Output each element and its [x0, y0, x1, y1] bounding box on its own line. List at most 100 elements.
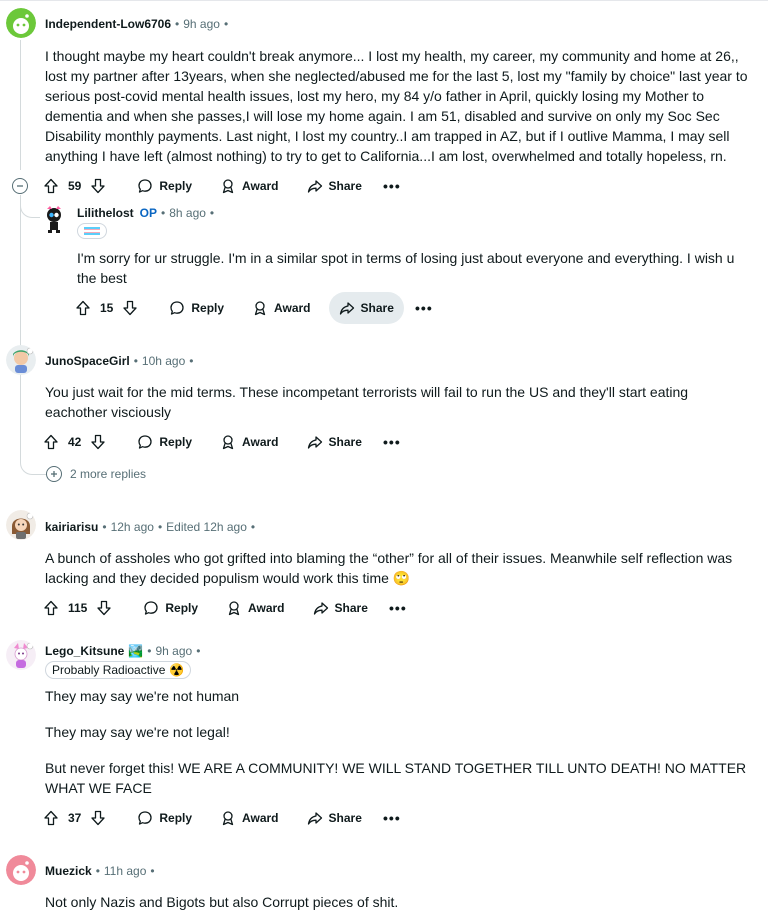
downvote-button[interactable] — [87, 431, 109, 453]
reply-label: Reply — [191, 301, 225, 315]
award-icon — [254, 301, 266, 316]
share-label: Share — [328, 811, 362, 825]
downvote-icon — [91, 434, 106, 450]
share-button[interactable]: Share — [303, 592, 378, 624]
timestamp[interactable]: 9h ago — [156, 644, 193, 658]
comment-meta: Lego_Kitsune 🏞️ • 9h ago • — [45, 644, 204, 658]
award-button[interactable]: Award — [210, 426, 288, 458]
upvote-button[interactable] — [40, 597, 62, 619]
speech-bubble-icon — [138, 435, 153, 449]
award-label: Award — [242, 179, 279, 193]
downvote-button[interactable] — [93, 597, 115, 619]
upvote-button[interactable] — [72, 297, 94, 319]
comment-paragraph: I'm sorry for ur struggle. I'm in a simi… — [77, 250, 735, 286]
comment-actions: 59 Reply Award Share ••• — [40, 170, 404, 202]
upvote-icon — [76, 300, 90, 316]
comment-paragraph: They may say we're not human — [45, 688, 240, 704]
collapse-minus-icon — [17, 185, 23, 187]
timestamp[interactable]: 12h ago — [111, 520, 154, 534]
timestamp[interactable]: 8h ago — [169, 206, 206, 220]
more-options-button[interactable]: ••• — [380, 430, 404, 454]
reply-button[interactable]: Reply — [133, 592, 208, 624]
more-options-button[interactable]: ••• — [386, 596, 410, 620]
flair-text: Probably Radioactive — [52, 663, 166, 677]
author-name[interactable]: Lilithelost — [77, 206, 134, 220]
timestamp[interactable]: 11h ago — [104, 864, 147, 878]
radioactive-icon: ☢️ — [169, 663, 185, 677]
snoo-avatar-icon — [6, 8, 36, 38]
more-options-button[interactable]: ••• — [380, 174, 404, 198]
comment-paragraph: But never forget this! WE ARE A COMMUNIT… — [45, 760, 747, 796]
speech-bubble-icon — [170, 301, 185, 315]
author-flair-emoji: 🏞️ — [128, 644, 144, 658]
comment-paragraph: You just wait for the mid terms. These i… — [45, 384, 689, 420]
separator-dot: • — [189, 354, 194, 368]
vote-count: 37 — [68, 811, 82, 825]
vote-group: 115 — [40, 597, 115, 619]
reply-connector — [20, 445, 46, 475]
award-label: Award — [242, 811, 279, 825]
share-button[interactable]: Share — [297, 802, 372, 834]
separator-dot: • — [102, 520, 107, 534]
author-name[interactable]: JunoSpaceGirl — [45, 354, 130, 368]
share-label: Share — [328, 435, 362, 449]
expand-plus-icon — [51, 471, 57, 477]
separator-dot: • — [196, 644, 201, 658]
vote-count: 59 — [68, 179, 82, 193]
share-button[interactable]: Share — [297, 426, 372, 458]
share-arrow-icon — [313, 602, 328, 615]
timestamp[interactable]: 10h ago — [142, 354, 185, 368]
share-button[interactable]: Share — [328, 292, 404, 324]
expand-replies-button[interactable] — [46, 466, 62, 482]
separator-dot: • — [95, 864, 100, 878]
downvote-button[interactable] — [119, 297, 141, 319]
character-avatar-icon — [6, 345, 36, 375]
collapse-thread-button[interactable] — [12, 178, 28, 194]
upvote-button[interactable] — [40, 175, 62, 197]
comment-paragraph: They may say we're not legal! — [45, 724, 230, 740]
upvote-button[interactable] — [40, 807, 62, 829]
upvote-icon — [44, 600, 58, 616]
vote-count: 15 — [100, 301, 114, 315]
avatar[interactable] — [6, 510, 36, 540]
separator-dot: • — [150, 864, 155, 878]
avatar[interactable] — [6, 640, 36, 670]
more-options-button[interactable]: ••• — [412, 296, 436, 320]
author-name[interactable]: Muezick — [45, 864, 92, 878]
share-arrow-icon — [307, 436, 322, 449]
reply-label: Reply — [159, 435, 193, 449]
separator-dot: • — [175, 17, 180, 31]
downvote-button[interactable] — [87, 807, 109, 829]
author-name[interactable]: Lego_Kitsune — [45, 644, 124, 658]
more-options-button[interactable]: ••• — [380, 806, 404, 830]
reply-button[interactable]: Reply — [159, 292, 234, 324]
avatar[interactable] — [6, 855, 36, 885]
avatar[interactable] — [40, 204, 68, 234]
author-name[interactable]: Independent-Low6706 — [45, 17, 171, 31]
vote-group: 42 — [40, 431, 109, 453]
downvote-button[interactable] — [87, 175, 109, 197]
avatar[interactable] — [6, 8, 36, 38]
share-button[interactable]: Share — [297, 170, 372, 202]
downvote-icon — [123, 300, 138, 316]
share-label: Share — [334, 601, 368, 615]
award-button[interactable]: Award — [210, 802, 288, 834]
comment-body: A bunch of assholes who got grifted into… — [45, 548, 757, 588]
share-arrow-icon — [307, 180, 322, 193]
award-button[interactable]: Award — [216, 592, 294, 624]
timestamp[interactable]: 9h ago — [183, 17, 220, 31]
author-name[interactable]: kairiarisu — [45, 520, 98, 534]
character-avatar-icon — [47, 206, 61, 233]
vote-count: 115 — [68, 601, 88, 615]
award-button[interactable]: Award — [210, 170, 288, 202]
reply-button[interactable]: Reply — [127, 802, 202, 834]
upvote-icon — [44, 178, 58, 194]
reply-button[interactable]: Reply — [127, 426, 202, 458]
reply-button[interactable]: Reply — [127, 170, 202, 202]
award-button[interactable]: Award — [242, 292, 320, 324]
share-label: Share — [360, 301, 394, 315]
avatar[interactable] — [6, 345, 36, 375]
more-replies-link[interactable]: 2 more replies — [46, 466, 146, 482]
comment-actions: 15 Reply Award Share ••• — [72, 292, 436, 324]
reply-label: Reply — [159, 811, 193, 825]
